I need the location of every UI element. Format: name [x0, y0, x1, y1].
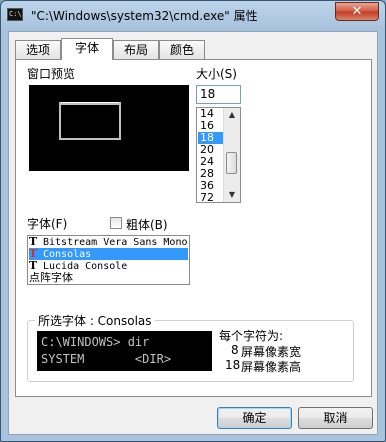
scroll-down-icon[interactable]: ▼: [224, 188, 240, 202]
tab-colors[interactable]: 颜色: [159, 40, 205, 59]
ok-button[interactable]: 确定: [217, 407, 292, 429]
size-input[interactable]: 18: [196, 85, 241, 104]
cmd-icon: C:\: [7, 8, 23, 21]
close-button[interactable]: ✕: [335, 2, 379, 21]
tab-options[interactable]: 选项: [15, 40, 61, 59]
window-preview: [29, 85, 189, 171]
font-label: 字体(F): [27, 217, 68, 231]
preview-window-outline: [59, 102, 121, 140]
font-item-lucida-console[interactable]: T Lucida Console: [29, 260, 188, 272]
cancel-button[interactable]: 取消: [298, 407, 373, 429]
sample-line-1: C:\WINDOWS> dir: [41, 335, 150, 349]
window-title: "C:\Windows\system32\cmd.exe" 属性: [31, 9, 258, 23]
font-item-label: Bitstream Vera Sans Mono: [43, 237, 188, 248]
sample-line-2: SYSTEM <DIR>: [41, 352, 172, 366]
per-char-label: 每个字符为:: [219, 329, 284, 343]
tab-layout[interactable]: 布局: [113, 40, 159, 59]
bold-checkbox[interactable]: [110, 217, 122, 229]
size-item-72[interactable]: 72: [198, 192, 224, 203]
font-item-label: 点阵字体: [29, 272, 73, 284]
truetype-icon: T: [29, 236, 38, 248]
title-bar[interactable]: C:\ "C:\Windows\system32\cmd.exe" 属性 ✕: [1, 1, 385, 31]
tab-font[interactable]: 字体: [61, 38, 113, 60]
char-height-label: 屏幕像素高: [241, 360, 302, 374]
font-item-bitstream[interactable]: T Bitstream Vera Sans Mono: [29, 236, 188, 248]
truetype-icon: T: [29, 260, 38, 272]
size-label: 大小(S): [196, 67, 237, 81]
size-scrollbar[interactable]: ▲ ▼: [223, 108, 240, 202]
char-height-value: 18: [225, 358, 241, 372]
scroll-up-icon[interactable]: ▲: [224, 108, 240, 122]
font-list[interactable]: T Bitstream Vera Sans Mono T Consolas T Luc…: [27, 235, 190, 285]
selected-font-title: 所选字体 : Consolas: [35, 312, 155, 329]
truetype-icon: T: [29, 248, 38, 260]
properties-window: C:\ "C:\Windows\system32\cmd.exe" 属性 ✕ 选…: [0, 0, 386, 442]
font-sample: C:\WINDOWS> dir SYSTEM <DIR>: [37, 331, 212, 371]
font-item-raster[interactable]: 点阵字体: [29, 272, 188, 284]
char-width-value: 8: [231, 343, 239, 357]
font-item-consolas[interactable]: T Consolas: [29, 248, 188, 260]
font-item-label: Lucida Console: [43, 261, 128, 272]
preview-label: 窗口预览: [27, 67, 76, 81]
font-item-label: Consolas: [43, 249, 92, 260]
bold-label[interactable]: 粗体(B): [126, 216, 168, 233]
size-list[interactable]: 14 16 18 20 24 28 36 72 ▲ ▼: [196, 107, 241, 203]
scroll-thumb[interactable]: [226, 152, 237, 174]
